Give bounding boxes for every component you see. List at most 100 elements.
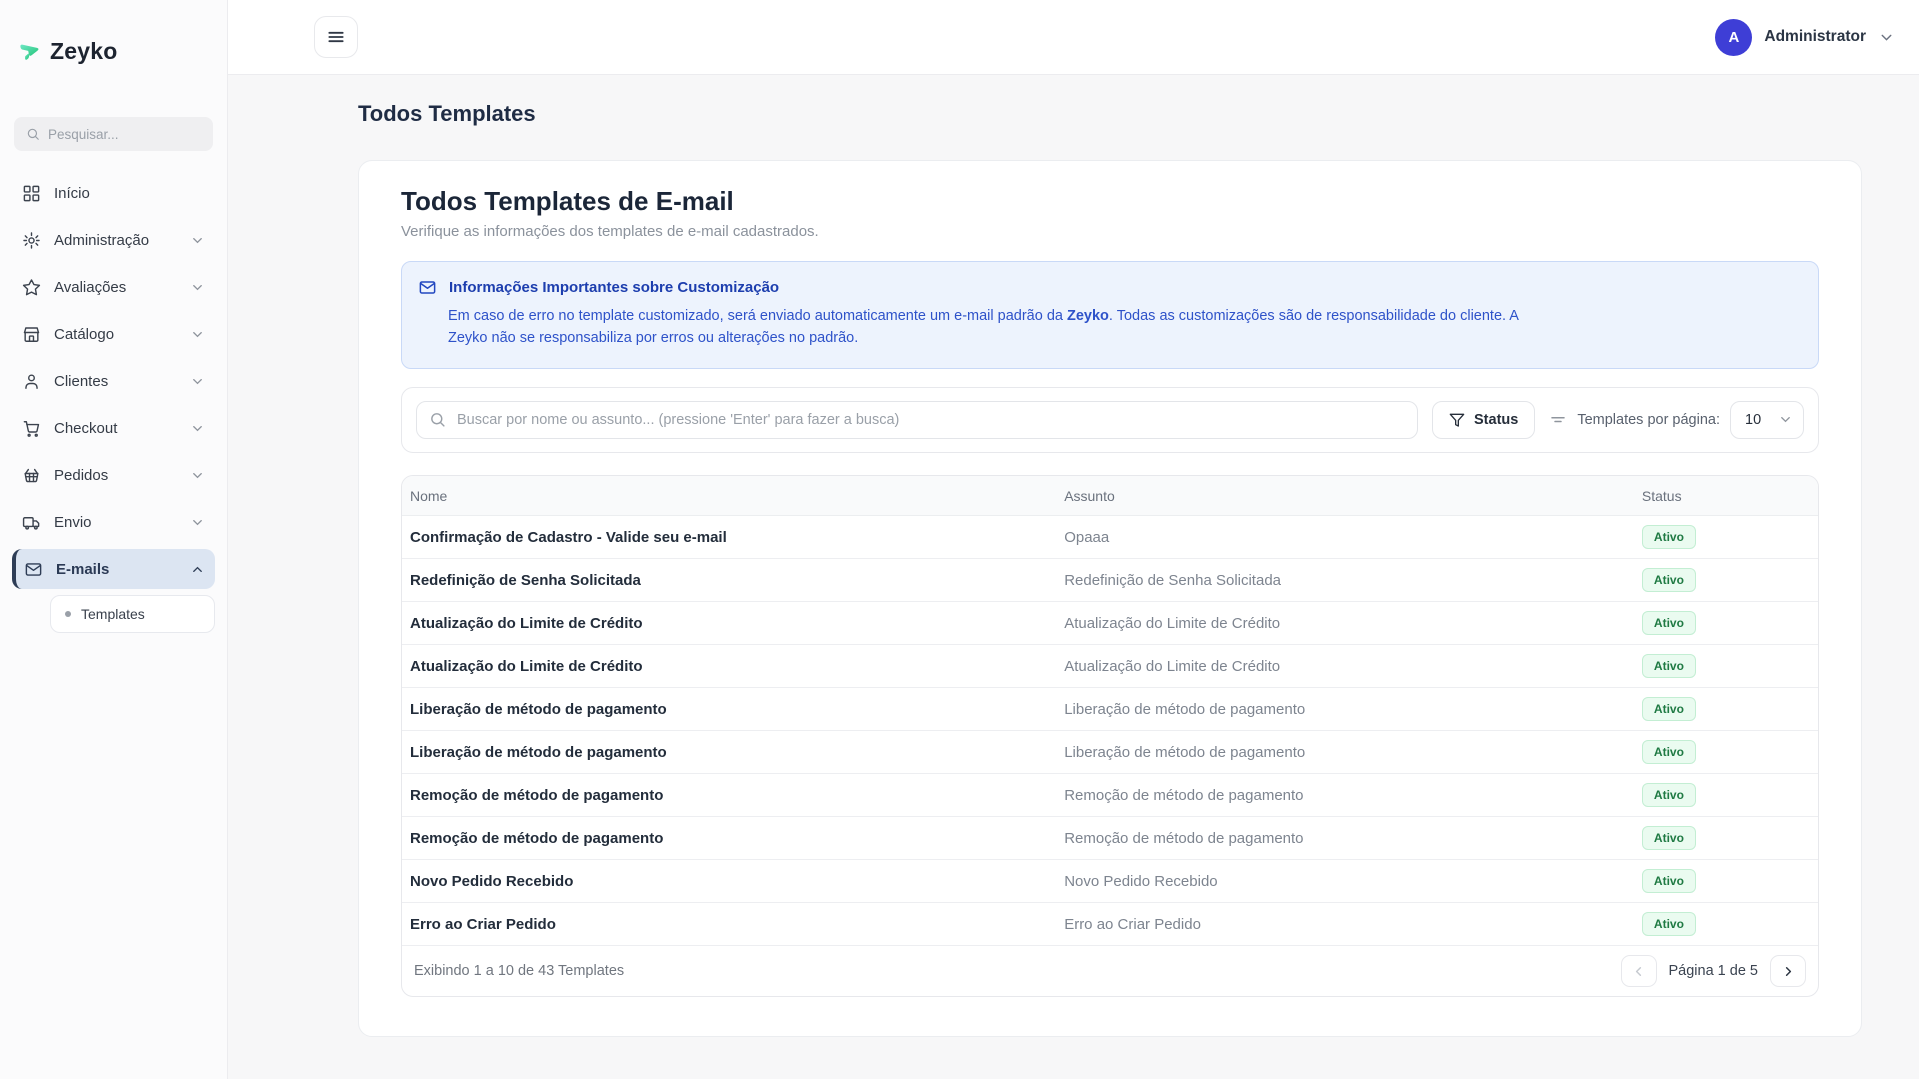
page-title: Todos Templates (358, 101, 1862, 127)
sidebar-item-checkout[interactable]: Checkout (12, 408, 215, 448)
notice-body-prefix: Em caso de erro no template customizado,… (448, 308, 1067, 324)
sidebar-item-label: Catálogo (54, 326, 177, 343)
funnel-icon (1449, 412, 1465, 428)
table-toolbar: Status Templates por página: 10 (401, 387, 1819, 453)
pagination: Página 1 de 5 (1621, 955, 1807, 987)
table-row[interactable]: Confirmação de Cadastro - Valide seu e-m… (402, 516, 1818, 559)
cell-assunto: Novo Pedido Recebido (1056, 860, 1634, 903)
template-search-input[interactable] (416, 401, 1418, 439)
status-badge: Ativo (1642, 869, 1696, 893)
sidebar-item-label: Administração (54, 232, 177, 249)
cell-name: Novo Pedido Recebido (402, 860, 1056, 903)
notice-body-brand: Zeyko (1067, 308, 1109, 324)
chevron-down-icon (190, 468, 205, 483)
per-page-value: 10 (1745, 412, 1761, 428)
sidebar-item-avaliacoes[interactable]: Avaliações (12, 267, 215, 307)
status-badge: Ativo (1642, 611, 1696, 635)
per-page-control: Templates por página: 10 (1549, 401, 1804, 439)
user-menu[interactable]: A Administrator (1715, 19, 1895, 56)
notice-body: Em caso de erro no template customizado,… (448, 305, 1548, 350)
table-row[interactable]: Remoção de método de pagamento Remoção d… (402, 774, 1818, 817)
hamburger-icon (326, 27, 346, 47)
template-search (416, 401, 1418, 439)
sidebar-item-catalogo[interactable]: Catálogo (12, 314, 215, 354)
filter-lines-icon (1549, 411, 1567, 429)
star-icon (22, 278, 41, 297)
table-row[interactable]: Erro ao Criar Pedido Erro ao Criar Pedid… (402, 903, 1818, 946)
cell-name: Liberação de método de pagamento (402, 731, 1056, 774)
cell-name: Erro ao Criar Pedido (402, 903, 1056, 946)
chevron-down-icon (190, 327, 205, 342)
cell-name: Liberação de método de pagamento (402, 688, 1056, 731)
status-badge: Ativo (1642, 654, 1696, 678)
next-page-button[interactable] (1770, 955, 1806, 987)
status-badge: Ativo (1642, 568, 1696, 592)
user-name: Administrator (1764, 28, 1866, 46)
menu-toggle-button[interactable] (314, 16, 358, 58)
topbar: A Administrator (228, 0, 1919, 75)
sidebar-item-envio[interactable]: Envio (12, 502, 215, 542)
sidebar-item-label: Clientes (54, 373, 177, 390)
sidebar: Zeyko Início Administração (0, 0, 228, 1079)
status-badge: Ativo (1642, 697, 1696, 721)
sidebar-search[interactable] (14, 117, 213, 151)
customization-notice: Informações Importantes sobre Customizaç… (401, 261, 1819, 369)
table-body: Confirmação de Cadastro - Valide seu e-m… (402, 516, 1818, 946)
templates-card: Todos Templates de E-mail Verifique as i… (358, 160, 1862, 1037)
envelope-icon (418, 278, 437, 297)
chevron-down-icon (190, 374, 205, 389)
sidebar-search-input[interactable] (48, 127, 201, 142)
column-header-assunto: Assunto (1056, 476, 1634, 516)
sidebar-item-emails[interactable]: E-mails (12, 549, 215, 589)
cell-name: Redefinição de Senha Solicitada (402, 559, 1056, 602)
chevron-up-icon (190, 562, 205, 577)
previous-page-button[interactable] (1621, 955, 1657, 987)
sidebar-item-templates[interactable]: Templates (50, 595, 215, 633)
table-row[interactable]: Liberação de método de pagamento Liberaç… (402, 731, 1818, 774)
status-badge: Ativo (1642, 525, 1696, 549)
page-content: Todos Templates Todos Templates de E-mai… (228, 75, 1919, 1079)
sidebar-subitem-label: Templates (81, 606, 145, 622)
chevron-down-icon (190, 233, 205, 248)
table-row[interactable]: Redefinição de Senha Solicitada Redefini… (402, 559, 1818, 602)
table-row[interactable]: Liberação de método de pagamento Liberaç… (402, 688, 1818, 731)
cell-assunto: Remoção de método de pagamento (1056, 817, 1634, 860)
envelope-icon (24, 560, 43, 579)
sidebar-item-label: Pedidos (54, 467, 177, 484)
truck-icon (22, 513, 41, 532)
chevron-down-icon (190, 515, 205, 530)
per-page-label: Templates por página: (1577, 412, 1720, 428)
table-row[interactable]: Remoção de método de pagamento Remoção d… (402, 817, 1818, 860)
per-page-select[interactable]: 10 (1730, 401, 1804, 439)
cell-assunto: Remoção de método de pagamento (1056, 774, 1634, 817)
sidebar-item-inicio[interactable]: Início (12, 173, 215, 213)
page-info: Página 1 de 5 (1669, 963, 1759, 979)
card-subtitle: Verifique as informações dos templates d… (401, 223, 1819, 240)
status-badge: Ativo (1642, 783, 1696, 807)
table-header-row: Nome Assunto Status (402, 476, 1818, 516)
bullet-icon (65, 611, 71, 617)
sidebar-item-label: Avaliações (54, 279, 177, 296)
sidebar-nav: Início Administração Avaliações (0, 173, 227, 640)
sidebar-item-label: Início (54, 185, 205, 202)
cell-assunto: Liberação de método de pagamento (1056, 731, 1634, 774)
gear-icon (22, 231, 41, 250)
chevron-right-icon (1781, 964, 1796, 979)
templates-table-container: Nome Assunto Status Confirmação de Cadas… (401, 475, 1819, 998)
sidebar-item-pedidos[interactable]: Pedidos (12, 455, 215, 495)
brand-logo: Zeyko (0, 0, 227, 65)
search-icon (26, 126, 40, 142)
sidebar-item-administracao[interactable]: Administração (12, 220, 215, 260)
table-row[interactable]: Atualização do Limite de Crédito Atualiz… (402, 645, 1818, 688)
table-row[interactable]: Novo Pedido Recebido Novo Pedido Recebid… (402, 860, 1818, 903)
main-area: A Administrator Todos Templates Todos Te… (228, 0, 1919, 1079)
table-row[interactable]: Atualização do Limite de Crédito Atualiz… (402, 602, 1818, 645)
cell-assunto: Liberação de método de pagamento (1056, 688, 1634, 731)
notice-title: Informações Importantes sobre Customizaç… (449, 279, 779, 296)
cell-assunto: Opaaa (1056, 516, 1634, 559)
results-summary: Exibindo 1 a 10 de 43 Templates (414, 963, 624, 979)
status-filter-button[interactable]: Status (1432, 401, 1535, 439)
cell-assunto: Atualização do Limite de Crédito (1056, 602, 1634, 645)
store-icon (22, 325, 41, 344)
sidebar-item-clientes[interactable]: Clientes (12, 361, 215, 401)
